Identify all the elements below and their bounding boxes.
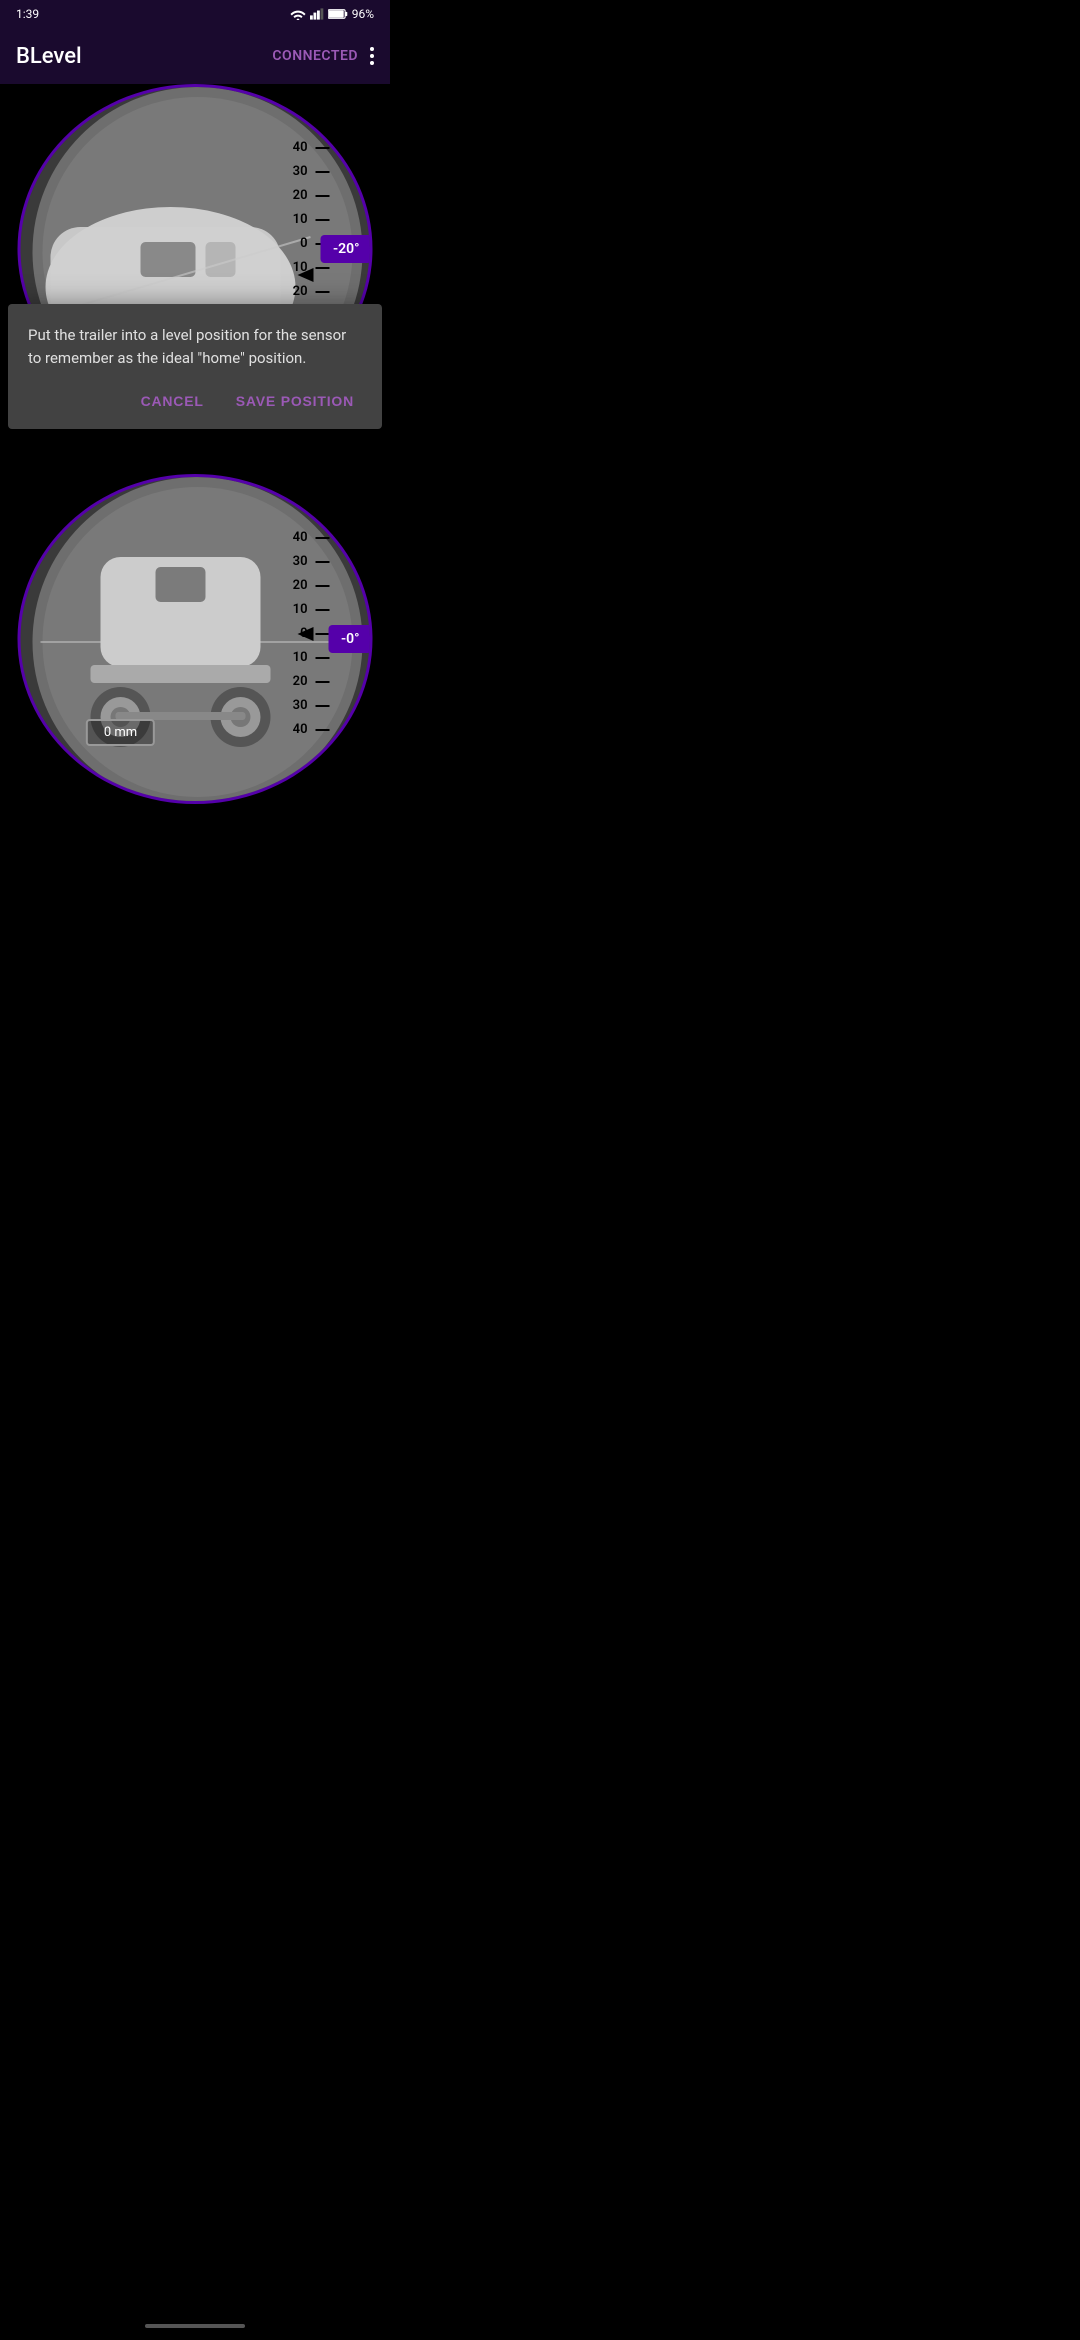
battery-pct: 96% <box>352 7 374 21</box>
more-options-button[interactable] <box>370 47 374 65</box>
mm-reading: 0 mm <box>86 719 155 746</box>
bottom-nav-bar <box>0 2312 390 2340</box>
dialog-buttons: CANCEL SAVE POSITION <box>28 389 362 413</box>
svg-text:10: 10 <box>293 212 308 227</box>
svg-text:20: 20 <box>293 674 308 689</box>
svg-text:40: 40 <box>293 530 308 545</box>
main-content: 40 30 20 10 0 10 <box>0 84 390 844</box>
svg-text:40: 40 <box>293 140 308 155</box>
status-bar: 1:39 96% <box>0 0 390 28</box>
svg-text:20: 20 <box>293 284 308 299</box>
svg-text:10: 10 <box>293 650 308 665</box>
time-display: 1:39 <box>16 7 39 21</box>
status-right: 96% <box>290 7 374 21</box>
svg-text:20: 20 <box>293 188 308 203</box>
svg-text:30: 30 <box>293 554 308 569</box>
svg-text:30: 30 <box>293 698 308 713</box>
bottom-gauge: 40 30 20 10 0 10 <box>18 474 373 804</box>
svg-text:40: 40 <box>293 722 308 737</box>
app-bar: BLevel CONNECTED <box>0 28 390 84</box>
dialog-message: Put the trailer into a level position fo… <box>28 324 362 369</box>
home-indicator <box>145 2324 245 2328</box>
cancel-button[interactable]: CANCEL <box>133 389 212 413</box>
menu-dot-2 <box>370 54 374 58</box>
battery-icon <box>328 8 348 20</box>
svg-text:0: 0 <box>300 236 307 251</box>
status-left: 1:39 <box>16 7 39 21</box>
save-position-dialog: Put the trailer into a level position fo… <box>8 304 382 429</box>
svg-text:20: 20 <box>293 578 308 593</box>
app-bar-right: CONNECTED <box>272 47 374 65</box>
app-title: BLevel <box>16 44 82 69</box>
menu-dot-1 <box>370 47 374 51</box>
save-position-button[interactable]: SAVE POSITION <box>228 389 362 413</box>
bottom-gauge-bg: 40 30 20 10 0 10 <box>21 477 373 804</box>
menu-dot-3 <box>370 61 374 65</box>
top-angle-badge: -20° <box>321 235 372 263</box>
bottom-angle-badge: -0° <box>329 625 372 653</box>
svg-text:10: 10 <box>293 602 308 617</box>
signal-icon <box>310 8 324 20</box>
svg-text:30: 30 <box>293 164 308 179</box>
wifi-icon <box>290 8 306 20</box>
connected-status: CONNECTED <box>272 48 358 64</box>
